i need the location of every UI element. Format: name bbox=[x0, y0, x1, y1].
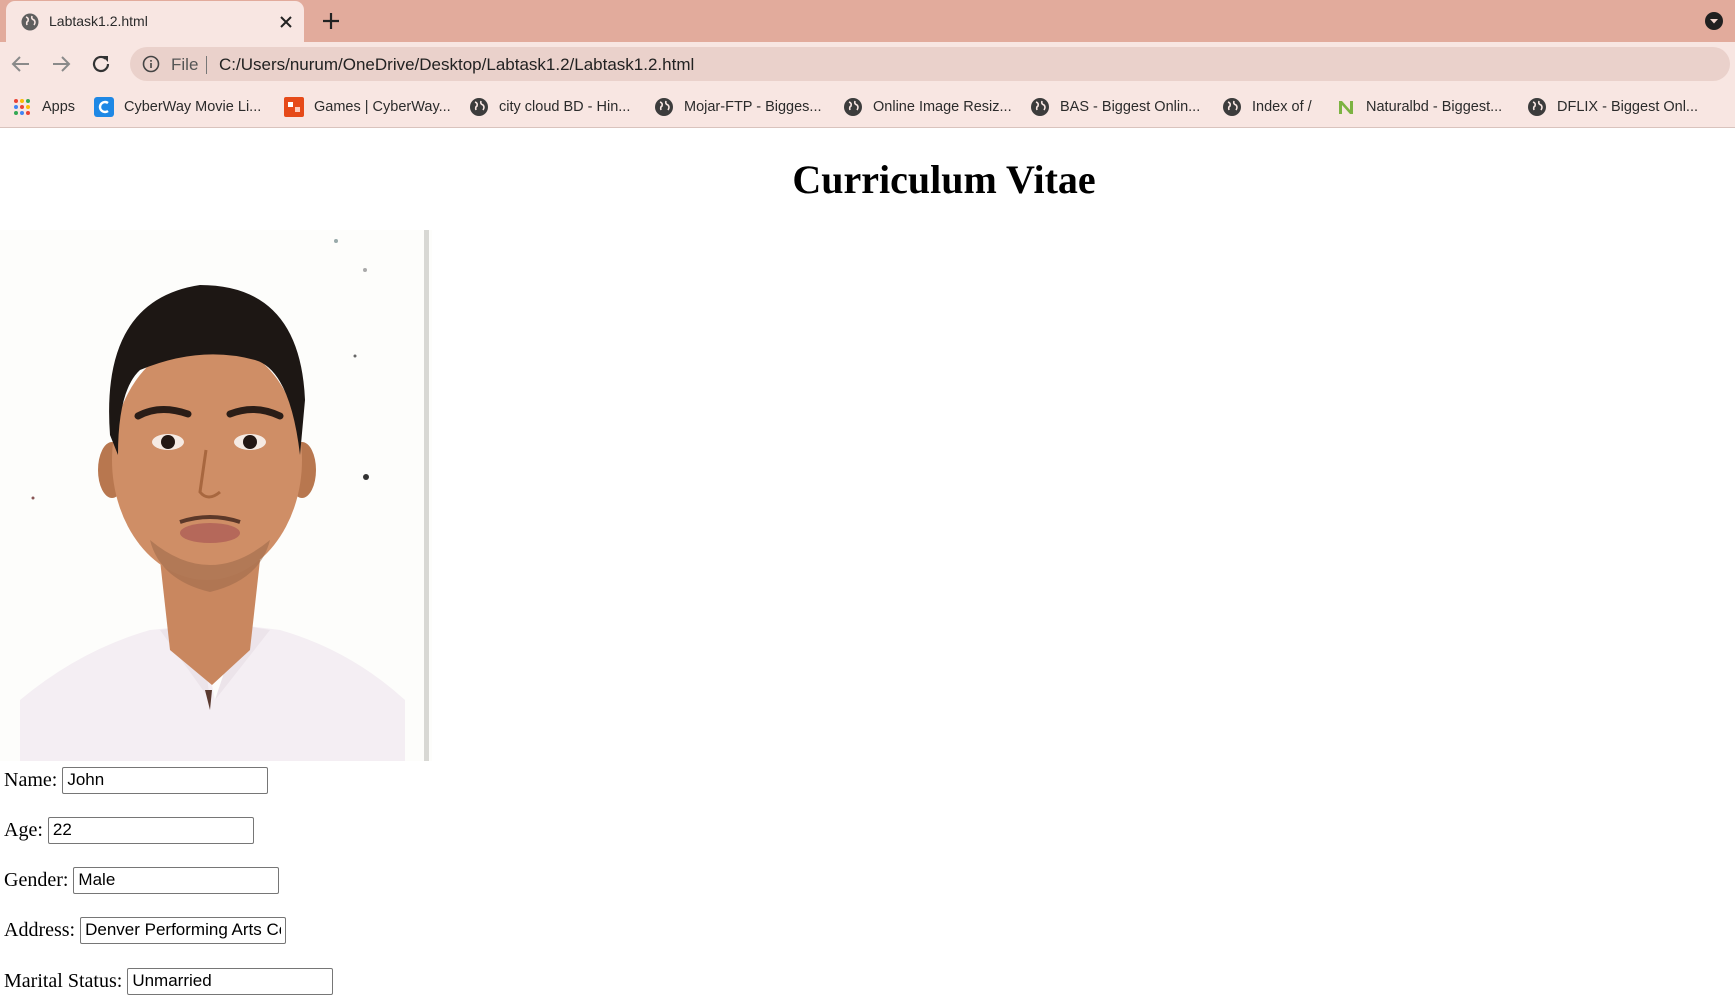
active-tab[interactable]: Labtask1.2.html bbox=[6, 1, 304, 42]
address-bar[interactable]: File C:/Users/nurum/OneDrive/Desktop/Lab… bbox=[130, 47, 1730, 81]
marital-status-label: Marital Status: bbox=[4, 969, 123, 992]
globe-icon bbox=[21, 13, 39, 31]
bookmark-label: BAS - Biggest Onlin... bbox=[1060, 99, 1201, 115]
tab-title: Labtask1.2.html bbox=[49, 13, 148, 29]
bookmark-dflix[interactable]: DFLIX - Biggest Onl... bbox=[1527, 96, 1698, 118]
globe-icon bbox=[1031, 98, 1049, 116]
tab-search-icon[interactable] bbox=[1704, 11, 1724, 31]
age-label: Age: bbox=[4, 818, 43, 841]
globe-icon bbox=[655, 98, 673, 116]
bookmark-index-of[interactable]: Index of / bbox=[1222, 96, 1312, 118]
bookmark-label: Index of / bbox=[1252, 99, 1312, 115]
bookmark-apps[interactable]: Apps bbox=[12, 96, 75, 118]
address-input[interactable] bbox=[80, 916, 287, 944]
bookmark-label: Naturalbd - Biggest... bbox=[1366, 99, 1503, 115]
marital-status-field-row: Marital Status: bbox=[4, 967, 334, 995]
bookmark-city-cloud[interactable]: city cloud BD - Hin... bbox=[469, 96, 630, 118]
bookmark-naturalbd[interactable]: Naturalbd - Biggest... bbox=[1336, 96, 1502, 118]
bookmark-label: CyberWay Movie Li... bbox=[124, 99, 262, 115]
name-input[interactable] bbox=[62, 766, 269, 794]
age-field-row: Age: bbox=[4, 816, 254, 844]
bookmark-cyberway-movie[interactable]: CyberWay Movie Li... bbox=[94, 96, 261, 118]
name-label: Name: bbox=[4, 768, 58, 791]
bookmark-games-cyberway[interactable]: Games | CyberWay... bbox=[284, 96, 451, 118]
bookmark-label: DFLIX - Biggest Onl... bbox=[1557, 99, 1699, 115]
divider bbox=[206, 56, 207, 74]
reload-icon[interactable] bbox=[89, 52, 113, 76]
bookmarks-bar: Apps CyberWay Movie Li... Games | CyberW… bbox=[0, 86, 1735, 128]
back-arrow-icon[interactable] bbox=[9, 52, 33, 76]
browser-toolbar: File C:/Users/nurum/OneDrive/Desktop/Lab… bbox=[0, 42, 1735, 86]
page-title: Curriculum Vitae bbox=[792, 157, 1096, 202]
bookmark-label: Apps bbox=[42, 99, 76, 115]
globe-icon bbox=[470, 98, 488, 116]
globe-icon bbox=[1223, 98, 1241, 116]
gender-field-row: Gender: bbox=[4, 866, 280, 894]
gender-label: Gender: bbox=[4, 868, 69, 891]
games-icon bbox=[284, 97, 304, 117]
gender-input[interactable] bbox=[73, 866, 280, 894]
age-input[interactable] bbox=[47, 816, 254, 844]
globe-icon bbox=[1528, 98, 1546, 116]
url-text[interactable]: C:/Users/nurum/OneDrive/Desktop/Labtask1… bbox=[219, 55, 694, 75]
bookmark-bas[interactable]: BAS - Biggest Onlin... bbox=[1030, 96, 1200, 118]
forward-arrow-icon[interactable] bbox=[49, 52, 73, 76]
address-field-row: Address: bbox=[4, 916, 287, 944]
bookmark-label: Mojar-FTP - Bigges... bbox=[684, 99, 822, 115]
bookmark-online-image-resizer[interactable]: Online Image Resiz... bbox=[843, 96, 1012, 118]
apps-grid-icon bbox=[14, 99, 30, 115]
info-icon[interactable] bbox=[142, 55, 160, 73]
bookmark-label: city cloud BD - Hin... bbox=[499, 99, 631, 115]
scheme-label: File bbox=[171, 55, 199, 74]
naturalbd-n-icon bbox=[1339, 101, 1353, 114]
address-label: Address: bbox=[4, 918, 76, 941]
bookmark-mojar-ftp[interactable]: Mojar-FTP - Bigges... bbox=[654, 96, 822, 118]
globe-icon bbox=[844, 98, 862, 116]
close-icon[interactable] bbox=[277, 13, 295, 31]
name-field-row: Name: bbox=[4, 766, 269, 794]
cyberway-c-icon bbox=[94, 97, 114, 117]
marital-status-input[interactable] bbox=[127, 967, 334, 995]
new-tab-icon[interactable] bbox=[320, 10, 342, 32]
tab-strip: Labtask1.2.html bbox=[0, 0, 1735, 42]
portrait-photo bbox=[0, 230, 432, 761]
bookmark-label: Games | CyberWay... bbox=[314, 99, 451, 115]
bookmark-label: Online Image Resiz... bbox=[873, 99, 1012, 115]
